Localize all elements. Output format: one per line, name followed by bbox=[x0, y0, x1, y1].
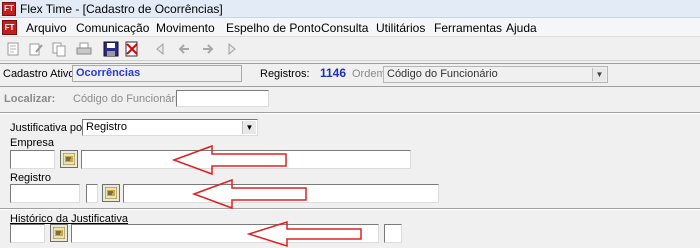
copy-record-icon[interactable] bbox=[51, 41, 67, 57]
next-record-icon[interactable] bbox=[200, 41, 216, 57]
edit-record-icon[interactable] bbox=[28, 41, 44, 57]
separator bbox=[0, 63, 700, 64]
historico-extra-input[interactable] bbox=[384, 224, 402, 243]
document-icon[interactable]: FT bbox=[2, 20, 17, 35]
registro-digit-input[interactable] bbox=[86, 184, 98, 203]
cadastro-ativo-value: Ocorrências bbox=[72, 65, 242, 82]
menu-espelho-de-ponto[interactable]: Espelho de Ponto bbox=[226, 21, 321, 35]
lookup-icon bbox=[53, 227, 65, 239]
menu-utilitarios[interactable]: Utilitários bbox=[376, 21, 425, 35]
app-icon: FT bbox=[2, 2, 16, 16]
annotation-arrow-icon bbox=[171, 144, 287, 176]
print-icon[interactable] bbox=[76, 41, 92, 57]
chevron-down-icon[interactable]: ▼ bbox=[592, 68, 606, 81]
annotation-arrow-icon bbox=[191, 178, 307, 210]
annotation-arrow-icon bbox=[246, 220, 362, 248]
menu-ajuda[interactable]: Ajuda bbox=[506, 21, 537, 35]
ordem-select-value: Código do Funcionário bbox=[387, 68, 498, 80]
registro-code-input[interactable] bbox=[10, 184, 80, 203]
empresa-code-input[interactable] bbox=[10, 150, 55, 169]
cadastro-ativo-label: Cadastro Ativo: bbox=[3, 68, 78, 80]
separator bbox=[0, 86, 700, 87]
save-icon[interactable] bbox=[103, 41, 119, 57]
first-record-icon[interactable] bbox=[152, 41, 168, 57]
new-record-icon[interactable] bbox=[5, 41, 21, 57]
cancel-icon[interactable] bbox=[124, 41, 140, 57]
registro-lookup-button[interactable] bbox=[102, 184, 120, 202]
ordem-label: Ordem bbox=[352, 68, 386, 80]
registros-count: 1146 bbox=[320, 66, 347, 80]
menu-arquivo[interactable]: Arquivo bbox=[26, 21, 67, 35]
registro-label: Registro bbox=[10, 172, 51, 184]
search-input[interactable] bbox=[176, 90, 269, 107]
ordem-select[interactable]: Código do Funcionário ▼ bbox=[383, 66, 608, 83]
justificativa-select-value: Registro bbox=[86, 121, 127, 133]
registros-label: Registros: bbox=[260, 68, 310, 80]
last-record-icon[interactable] bbox=[224, 41, 240, 57]
menu-movimento[interactable]: Movimento bbox=[156, 21, 215, 35]
justificativa-select[interactable]: Registro ▼ bbox=[82, 119, 258, 136]
menu-comunicacao[interactable]: Comunicação bbox=[76, 21, 149, 35]
lookup-icon bbox=[63, 153, 75, 165]
historico-code-input[interactable] bbox=[10, 224, 45, 243]
window-title: Flex Time - [Cadastro de Ocorrências] bbox=[20, 2, 223, 16]
previous-record-icon[interactable] bbox=[176, 41, 192, 57]
menu-ferramentas[interactable]: Ferramentas bbox=[434, 21, 502, 35]
lookup-icon bbox=[105, 187, 117, 199]
separator bbox=[0, 209, 700, 210]
historico-lookup-button[interactable] bbox=[50, 224, 68, 242]
search-field-label: Código do Funcionário bbox=[73, 93, 184, 105]
localizar-label: Localizar: bbox=[4, 93, 56, 105]
separator bbox=[0, 113, 700, 114]
empresa-lookup-button[interactable] bbox=[60, 150, 78, 168]
chevron-down-icon[interactable]: ▼ bbox=[242, 121, 256, 134]
justificativa-label: Justificativa por bbox=[10, 122, 86, 134]
empresa-label: Empresa bbox=[10, 137, 55, 149]
menu-consulta[interactable]: Consulta bbox=[321, 21, 368, 35]
